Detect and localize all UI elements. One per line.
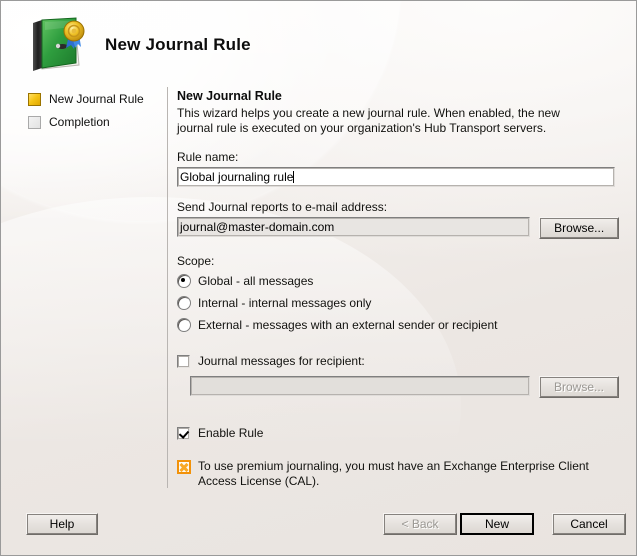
journal-email-input[interactable]: journal@master-domain.com: [177, 217, 531, 237]
radio-internal-icon[interactable]: [177, 296, 191, 310]
license-warning-text: To use premium journaling, you must have…: [198, 459, 589, 488]
journal-recipient-field-row: Browse...: [177, 376, 619, 398]
new-journal-rule-wizard-window: New Journal Rule New Journal Rule Comple…: [0, 0, 637, 556]
pane-description: This wizard helps you create a new journ…: [177, 106, 560, 135]
new-button[interactable]: New: [460, 513, 534, 535]
page-title: New Journal Rule: [105, 35, 251, 54]
scope-option-label: External - messages with an external sen…: [198, 318, 498, 332]
enable-rule-label: Enable Rule: [198, 426, 264, 440]
journal-recipient-checkbox[interactable]: [177, 354, 190, 368]
scope-option-global[interactable]: Global - all messages: [177, 271, 619, 291]
step-active-square-icon: [28, 92, 41, 106]
sidebar-item-new-journal-rule[interactable]: New Journal Rule: [1, 89, 163, 109]
pane-heading: New Journal Rule: [177, 89, 282, 103]
journal-email-browse-button[interactable]: Browse...: [539, 217, 619, 239]
sidebar-item-completion[interactable]: Completion: [1, 112, 163, 132]
scope-option-label: Internal - internal messages only: [198, 296, 372, 310]
radio-global-icon[interactable]: [177, 274, 191, 288]
wizard-header: New Journal Rule: [1, 1, 636, 79]
journal-email-row: journal@master-domain.com Browse...: [177, 217, 619, 239]
license-warning: To use premium journaling, you must have…: [177, 459, 619, 489]
enable-rule-checkbox[interactable]: [177, 426, 190, 440]
journal-recipient-input: [190, 376, 530, 396]
journal-recipient-checkbox-row[interactable]: Journal messages for recipient:: [177, 351, 619, 371]
scope-option-external[interactable]: External - messages with an external sen…: [177, 315, 619, 335]
wizard-main-pane: New Journal Rule This wizard helps you c…: [177, 89, 619, 489]
journal-email-label: Send Journal reports to e-mail address:: [177, 200, 388, 214]
journal-recipient-label: Journal messages for recipient:: [198, 354, 365, 368]
back-button: < Back: [383, 513, 457, 535]
step-inactive-square-icon: [28, 115, 41, 129]
scope-option-internal[interactable]: Internal - internal messages only: [177, 293, 619, 313]
wizard-step-list: New Journal Rule Completion: [1, 89, 163, 135]
vertical-divider: [167, 87, 168, 488]
text-caret: [293, 171, 295, 183]
rule-name-input[interactable]: Global journaling rule: [177, 167, 615, 187]
radio-external-icon[interactable]: [177, 318, 191, 332]
cancel-button[interactable]: Cancel: [552, 513, 626, 535]
rule-name-label: Rule name:: [177, 150, 239, 164]
scope-label: Scope:: [177, 254, 215, 268]
help-button[interactable]: Help: [26, 513, 98, 535]
wizard-footer: Help < Back New Cancel: [1, 488, 636, 555]
warning-license-icon: [177, 460, 191, 474]
journal-recipient-browse-button: Browse...: [539, 376, 619, 398]
journal-book-icon: [33, 17, 85, 71]
sidebar-item-label: New Journal Rule: [49, 92, 144, 106]
scope-option-label: Global - all messages: [198, 274, 314, 288]
sidebar-item-label: Completion: [49, 115, 110, 129]
enable-rule-checkbox-row[interactable]: Enable Rule: [177, 423, 619, 443]
rule-name-value: Global journaling rule: [180, 170, 294, 184]
